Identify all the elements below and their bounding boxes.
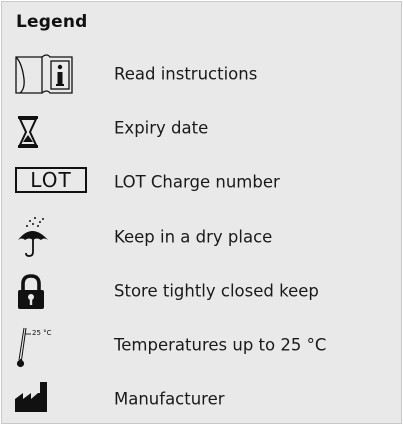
- padlock-icon: [14, 266, 94, 316]
- thermometer-icon: 25 °C: [14, 320, 94, 370]
- legend-item-read-instructions: Read instructions: [2, 49, 401, 99]
- legend-title: Legend: [16, 12, 88, 32]
- factory-icon: [14, 374, 94, 424]
- thermometer-temp-label: 25 °C: [32, 329, 52, 337]
- legend-item-label: LOT Charge number: [114, 172, 280, 192]
- legend-item-label: Read instructions: [114, 64, 258, 84]
- umbrella-rain-icon: [14, 212, 94, 262]
- legend-item-expiry-date: Expiry date: [2, 103, 401, 153]
- read-instructions-icon: [14, 49, 94, 99]
- legend-item-keep-dry: Keep in a dry place: [2, 212, 401, 262]
- legend-item-temperature: 25 °C Temperatures up to 25 °C: [2, 320, 401, 370]
- hourglass-icon: [14, 103, 94, 153]
- legend-item-lot: LOT LOT Charge number: [2, 157, 401, 207]
- legend-item-label: Manufacturer: [114, 389, 225, 409]
- legend-item-manufacturer: Manufacturer: [2, 374, 401, 424]
- legend-item-label: Expiry date: [114, 118, 209, 138]
- lot-icon-text: LOT: [15, 167, 87, 193]
- legend-item-label: Temperatures up to 25 °C: [114, 335, 327, 355]
- legend-item-store-closed: Store tightly closed keep: [2, 266, 401, 316]
- legend-panel: Legend Read instructions Expiry date LOT…: [1, 1, 402, 424]
- legend-item-label: Store tightly closed keep: [114, 281, 319, 301]
- lot-icon: LOT: [14, 157, 94, 207]
- legend-item-label: Keep in a dry place: [114, 227, 273, 247]
